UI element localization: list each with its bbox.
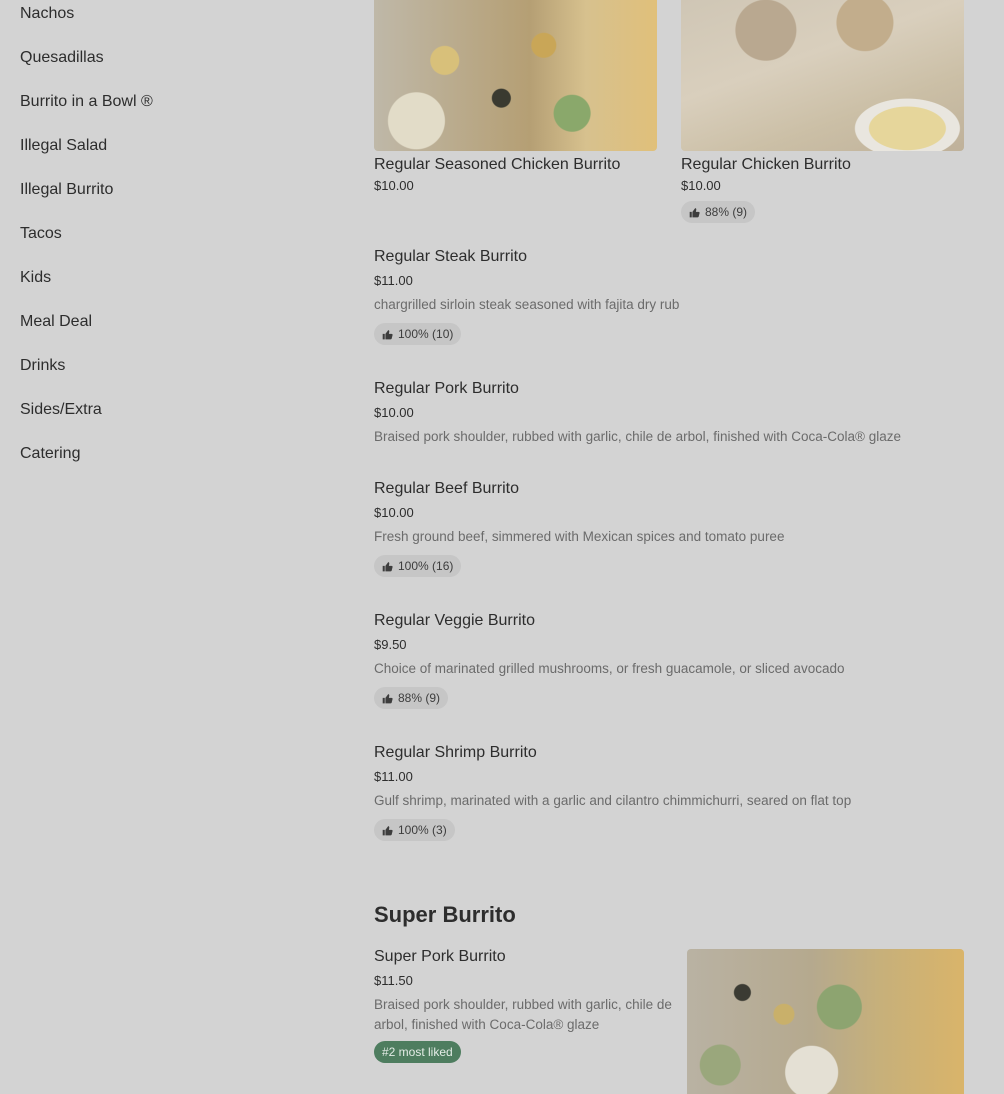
menu-item-shrimp[interactable]: Regular Shrimp Burrito $11.00 Gulf shrim…: [374, 742, 964, 841]
sidebar-item-meal-deal[interactable]: Meal Deal: [20, 308, 320, 352]
item-price: $10.00: [374, 505, 414, 520]
menu-card[interactable]: Regular Chicken Burrito $10.00 88% (9): [681, 0, 964, 223]
food-photo: [374, 0, 657, 151]
item-name: Regular Chicken Burrito: [681, 156, 851, 173]
item-description: Braised pork shoulder, rubbed with garli…: [374, 997, 672, 1032]
item-name: Regular Shrimp Burrito: [374, 744, 537, 761]
menu-item-veggie[interactable]: Regular Veggie Burrito $9.50 Choice of m…: [374, 610, 964, 709]
item-description: Gulf shrimp, marinated with a garlic and…: [374, 793, 852, 808]
item-price: $11.00: [374, 273, 413, 288]
rating-text: 88% (9): [398, 691, 441, 705]
item-name: Regular Pork Burrito: [374, 380, 519, 397]
sidebar-item-illegal-burrito[interactable]: Illegal Burrito: [20, 176, 320, 220]
rating-text: 100% (10): [398, 327, 454, 341]
item-name: Regular Steak Burrito: [374, 248, 527, 265]
item-price: $9.50: [374, 637, 407, 652]
category-sidebar: Nachos Quesadillas Burrito in a Bowl ® I…: [20, 0, 320, 484]
item-name: Regular Seasoned Chicken Burrito: [374, 156, 621, 173]
sidebar-item-nachos[interactable]: Nachos: [20, 0, 320, 44]
menu-card[interactable]: Regular Seasoned Chicken Burrito $10.00: [374, 0, 657, 196]
sidebar-item-kids[interactable]: Kids: [20, 264, 320, 308]
item-name: Regular Beef Burrito: [374, 480, 519, 497]
thumbs-up-icon: [382, 561, 393, 571]
sidebar-item-drinks[interactable]: Drinks: [20, 352, 320, 396]
most-liked-badge: #2 most liked: [374, 1041, 461, 1063]
item-name: Super Pork Burrito: [374, 948, 506, 965]
sidebar-item-burrito-in-a-bowl[interactable]: Burrito in a Bowl ®: [20, 88, 320, 132]
rating-badge: 100% (10): [374, 323, 462, 345]
rating-text: 100% (16): [398, 559, 454, 573]
rating-badge: 88% (9): [681, 201, 756, 223]
rating-text: 88% (9): [705, 205, 748, 219]
item-price: $11.00: [374, 769, 413, 784]
item-price: $11.50: [374, 973, 413, 988]
item-price: $10.00: [374, 178, 414, 193]
item-description: Fresh ground beef, simmered with Mexican…: [374, 529, 785, 544]
menu-item-pork[interactable]: Regular Pork Burrito $10.00 Braised pork…: [374, 378, 964, 447]
sidebar-item-illegal-salad[interactable]: Illegal Salad: [20, 132, 320, 176]
thumbs-up-icon: [382, 329, 393, 339]
section-title: Super Burrito: [374, 902, 516, 927]
rating-badge: 100% (3): [374, 819, 455, 841]
sidebar-item-sides-extra[interactable]: Sides/Extra: [20, 396, 320, 440]
thumbs-up-icon: [689, 207, 700, 217]
item-price: $10.00: [681, 178, 721, 193]
rating-badge: 100% (16): [374, 555, 462, 577]
thumbs-up-icon: [382, 693, 393, 703]
menu-item-steak[interactable]: Regular Steak Burrito $11.00 chargrilled…: [374, 246, 964, 345]
food-photo[interactable]: [687, 949, 964, 1094]
rating-text: 100% (3): [398, 823, 447, 837]
featured-cards: Regular Seasoned Chicken Burrito $10.00 …: [374, 0, 964, 230]
item-description: chargrilled sirloin steak seasoned with …: [374, 297, 680, 312]
food-photo: [681, 0, 964, 151]
menu-item-super-pork[interactable]: Super Pork Burrito $11.50 Braised pork s…: [374, 946, 674, 1063]
rating-badge: 88% (9): [374, 687, 449, 709]
item-description: Choice of marinated grilled mushrooms, o…: [374, 661, 845, 676]
sidebar-item-catering[interactable]: Catering: [20, 440, 320, 484]
item-price: $10.00: [374, 405, 414, 420]
thumbs-up-icon: [382, 825, 393, 835]
item-description: Braised pork shoulder, rubbed with garli…: [374, 429, 901, 444]
menu-item-beef[interactable]: Regular Beef Burrito $10.00 Fresh ground…: [374, 478, 964, 577]
sidebar-item-quesadillas[interactable]: Quesadillas: [20, 44, 320, 88]
item-name: Regular Veggie Burrito: [374, 612, 535, 629]
sidebar-item-tacos[interactable]: Tacos: [20, 220, 320, 264]
